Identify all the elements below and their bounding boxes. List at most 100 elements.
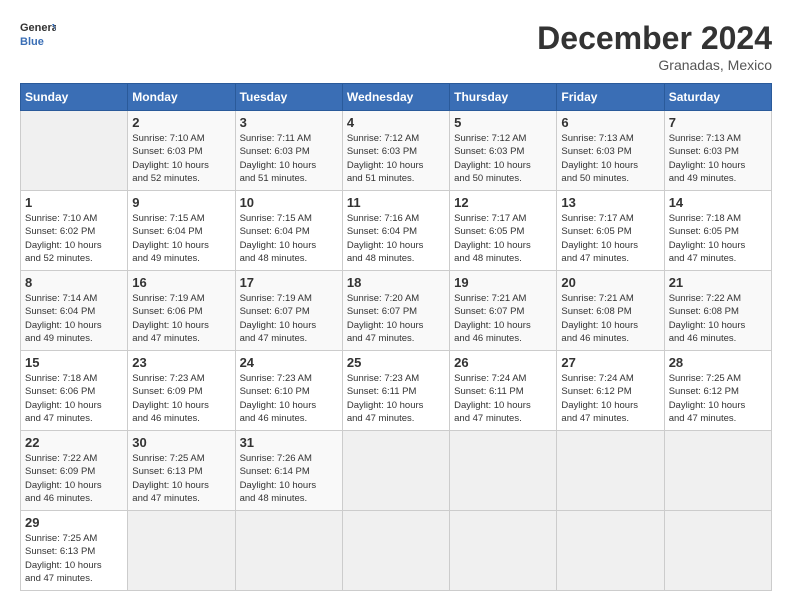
- day-number: 20: [561, 275, 659, 290]
- calendar-cell: 16Sunrise: 7:19 AMSunset: 6:06 PMDayligh…: [128, 271, 235, 351]
- day-info: Sunrise: 7:20 AMSunset: 6:07 PMDaylight:…: [347, 293, 424, 344]
- day-number: 26: [454, 355, 552, 370]
- day-number: 11: [347, 195, 445, 210]
- day-number: 29: [25, 515, 123, 530]
- calendar-cell: 28Sunrise: 7:25 AMSunset: 6:12 PMDayligh…: [664, 351, 771, 431]
- day-info: Sunrise: 7:18 AMSunset: 6:05 PMDaylight:…: [669, 213, 746, 264]
- page-header: General Blue December 2024 Granadas, Mex…: [20, 20, 772, 73]
- day-info: Sunrise: 7:25 AMSunset: 6:13 PMDaylight:…: [25, 533, 102, 584]
- day-info: Sunrise: 7:13 AMSunset: 6:03 PMDaylight:…: [669, 133, 746, 184]
- calendar-cell: [664, 511, 771, 591]
- day-info: Sunrise: 7:12 AMSunset: 6:03 PMDaylight:…: [454, 133, 531, 184]
- day-number: 5: [454, 115, 552, 130]
- calendar-cell: 27Sunrise: 7:24 AMSunset: 6:12 PMDayligh…: [557, 351, 664, 431]
- calendar-cell: 25 Sunrise: 7:23 AMSunset: 6:11 PMDayligh…: [342, 351, 449, 431]
- calendar-cell: 8 Sunrise: 7:14 AMSunset: 6:04 PMDaylight…: [21, 271, 128, 351]
- day-info: Sunrise: 7:24 AMSunset: 6:12 PMDaylight:…: [561, 373, 638, 424]
- day-info: Sunrise: 7:21 AMSunset: 6:08 PMDaylight:…: [561, 293, 638, 344]
- day-info: Sunrise: 7:15 AMSunset: 6:04 PMDaylight:…: [132, 213, 209, 264]
- day-number: 12: [454, 195, 552, 210]
- weekday-header: Friday: [557, 84, 664, 111]
- calendar-cell: 13 Sunrise: 7:17 AMSunset: 6:05 PMDayligh…: [557, 191, 664, 271]
- logo: General Blue: [20, 20, 56, 50]
- day-number: 21: [669, 275, 767, 290]
- calendar-cell: [342, 431, 449, 511]
- day-number: 1: [25, 195, 123, 210]
- day-info: Sunrise: 7:17 AMSunset: 6:05 PMDaylight:…: [561, 213, 638, 264]
- day-info: Sunrise: 7:15 AMSunset: 6:04 PMDaylight:…: [240, 213, 317, 264]
- day-number: 19: [454, 275, 552, 290]
- calendar-cell: 22 Sunrise: 7:22 AMSunset: 6:09 PMDayligh…: [21, 431, 128, 511]
- weekday-header: Wednesday: [342, 84, 449, 111]
- day-number: 23: [132, 355, 230, 370]
- day-info: Sunrise: 7:11 AMSunset: 6:03 PMDaylight:…: [240, 133, 317, 184]
- calendar-cell: [557, 511, 664, 591]
- day-info: Sunrise: 7:17 AMSunset: 6:05 PMDaylight:…: [454, 213, 531, 264]
- day-number: 9: [132, 195, 230, 210]
- calendar-cell: [450, 511, 557, 591]
- calendar-cell: 29 Sunrise: 7:25 AMSunset: 6:13 PMDayligh…: [21, 511, 128, 591]
- day-info: Sunrise: 7:23 AMSunset: 6:09 PMDaylight:…: [132, 373, 209, 424]
- day-info: Sunrise: 7:22 AMSunset: 6:09 PMDaylight:…: [25, 453, 102, 504]
- calendar-cell: [450, 431, 557, 511]
- day-number: 13: [561, 195, 659, 210]
- calendar-cell: 21Sunrise: 7:22 AMSunset: 6:08 PMDayligh…: [664, 271, 771, 351]
- calendar-cell: 24 Sunrise: 7:23 AMSunset: 6:10 PMDayligh…: [235, 351, 342, 431]
- calendar-cell: 15Sunrise: 7:18 AMSunset: 6:06 PMDayligh…: [21, 351, 128, 431]
- day-number: 22: [25, 435, 123, 450]
- calendar-cell: 7 Sunrise: 7:13 AMSunset: 6:03 PMDaylight…: [664, 111, 771, 191]
- calendar-subtitle: Granadas, Mexico: [537, 57, 772, 73]
- weekday-header: Thursday: [450, 84, 557, 111]
- day-number: 30: [132, 435, 230, 450]
- day-info: Sunrise: 7:25 AMSunset: 6:13 PMDaylight:…: [132, 453, 209, 504]
- day-number: 14: [669, 195, 767, 210]
- calendar-title: December 2024: [537, 20, 772, 57]
- day-info: Sunrise: 7:23 AMSunset: 6:10 PMDaylight:…: [240, 373, 317, 424]
- calendar-cell: 6Sunrise: 7:13 AMSunset: 6:03 PMDaylight…: [557, 111, 664, 191]
- day-info: Sunrise: 7:16 AMSunset: 6:04 PMDaylight:…: [347, 213, 424, 264]
- calendar-cell: 30 Sunrise: 7:25 AMSunset: 6:13 PMDayligh…: [128, 431, 235, 511]
- logo-icon: General Blue: [20, 20, 56, 50]
- day-number: 2: [132, 115, 230, 130]
- calendar-cell: [235, 511, 342, 591]
- day-number: 7: [669, 115, 767, 130]
- day-number: 31: [240, 435, 338, 450]
- calendar-cell: [21, 111, 128, 191]
- day-info: Sunrise: 7:19 AMSunset: 6:07 PMDaylight:…: [240, 293, 317, 344]
- day-info: Sunrise: 7:24 AMSunset: 6:11 PMDaylight:…: [454, 373, 531, 424]
- calendar-cell: 3 Sunrise: 7:11 AMSunset: 6:03 PMDaylight…: [235, 111, 342, 191]
- calendar-cell: 18 Sunrise: 7:20 AMSunset: 6:07 PMDayligh…: [342, 271, 449, 351]
- calendar-cell: 10Sunrise: 7:15 AMSunset: 6:04 PMDayligh…: [235, 191, 342, 271]
- day-info: Sunrise: 7:12 AMSunset: 6:03 PMDaylight:…: [347, 133, 424, 184]
- calendar-cell: 31 Sunrise: 7:26 AMSunset: 6:14 PMDayligh…: [235, 431, 342, 511]
- day-number: 24: [240, 355, 338, 370]
- calendar-cell: 1 Sunrise: 7:10 AMSunset: 6:02 PMDaylight…: [21, 191, 128, 271]
- day-number: 25: [347, 355, 445, 370]
- calendar-cell: 19Sunrise: 7:21 AMSunset: 6:07 PMDayligh…: [450, 271, 557, 351]
- day-number: 6: [561, 115, 659, 130]
- day-info: Sunrise: 7:14 AMSunset: 6:04 PMDaylight:…: [25, 293, 102, 344]
- day-number: 3: [240, 115, 338, 130]
- calendar-cell: 14 Sunrise: 7:18 AMSunset: 6:05 PMDayligh…: [664, 191, 771, 271]
- day-number: 18: [347, 275, 445, 290]
- day-info: Sunrise: 7:10 AMSunset: 6:03 PMDaylight:…: [132, 133, 209, 184]
- day-number: 4: [347, 115, 445, 130]
- day-number: 17: [240, 275, 338, 290]
- calendar-cell: 9 Sunrise: 7:15 AMSunset: 6:04 PMDaylight…: [128, 191, 235, 271]
- day-info: Sunrise: 7:26 AMSunset: 6:14 PMDaylight:…: [240, 453, 317, 504]
- calendar-cell: 23 Sunrise: 7:23 AMSunset: 6:09 PMDayligh…: [128, 351, 235, 431]
- day-info: Sunrise: 7:23 AMSunset: 6:11 PMDaylight:…: [347, 373, 424, 424]
- day-info: Sunrise: 7:19 AMSunset: 6:06 PMDaylight:…: [132, 293, 209, 344]
- svg-text:Blue: Blue: [20, 36, 44, 48]
- weekday-header: Tuesday: [235, 84, 342, 111]
- calendar-table: SundayMondayTuesdayWednesdayThursdayFrid…: [20, 83, 772, 591]
- calendar-cell: [557, 431, 664, 511]
- day-number: 28: [669, 355, 767, 370]
- calendar-cell: 2 Sunrise: 7:10 AMSunset: 6:03 PMDaylight…: [128, 111, 235, 191]
- day-number: 8: [25, 275, 123, 290]
- day-number: 15: [25, 355, 123, 370]
- day-info: Sunrise: 7:10 AMSunset: 6:02 PMDaylight:…: [25, 213, 102, 264]
- calendar-cell: 17 Sunrise: 7:19 AMSunset: 6:07 PMDayligh…: [235, 271, 342, 351]
- svg-text:General: General: [20, 22, 56, 34]
- calendar-cell: 5 Sunrise: 7:12 AMSunset: 6:03 PMDaylight…: [450, 111, 557, 191]
